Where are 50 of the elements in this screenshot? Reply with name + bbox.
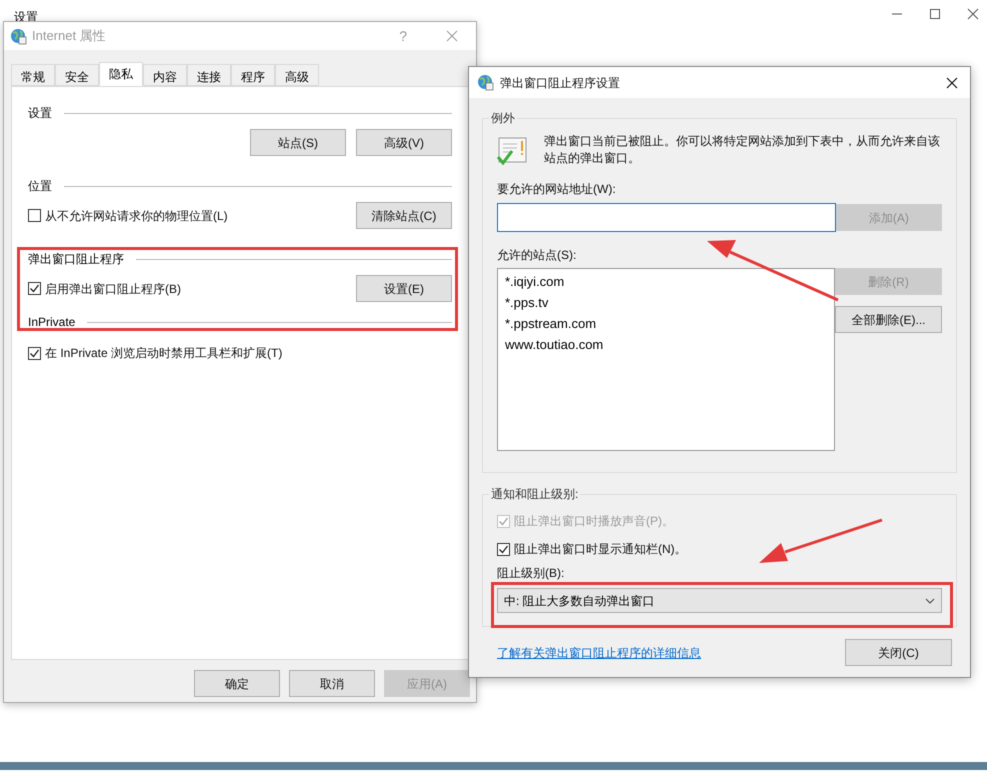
list-item[interactable]: www.toutiao.com (505, 336, 604, 353)
group-title: 例外 (489, 109, 517, 127)
checkbox[interactable] (28, 209, 41, 222)
section-heading: 设置 (28, 105, 52, 122)
message-text: 弹出窗口当前已被阻止。你可以将特定网站添加到下表中，从而允许来自该站点的弹出窗口。 (544, 133, 941, 167)
button[interactable]: 确定 (194, 670, 280, 697)
dialog-title: 弹出窗口阻止程序设置 (500, 74, 621, 92)
section-heading: InPrivate (28, 314, 76, 331)
button[interactable]: 站点(S) (250, 129, 346, 156)
checkbox[interactable] (28, 346, 41, 360)
tab[interactable]: 安全 (55, 64, 99, 86)
checkbox-label: 阻止弹出窗口时播放声音(P)。 (514, 513, 674, 530)
button[interactable]: 全部删除(E)... (835, 306, 942, 333)
list-item[interactable]: *.iqiyi.com (505, 273, 564, 290)
document-check-icon (497, 135, 529, 167)
button[interactable]: 高级(V) (356, 129, 452, 156)
field-label: 允许的站点(S): (497, 247, 578, 264)
tab[interactable]: 内容 (143, 64, 187, 86)
field-label: 阻止级别(B): (497, 565, 564, 582)
checkbox[interactable] (28, 282, 41, 295)
checkbox-label: 启用弹出窗口阻止程序(B) (45, 280, 181, 298)
globe-icon (10, 28, 27, 44)
globe-icon (477, 74, 494, 91)
maximize-icon[interactable] (929, 8, 941, 20)
tab[interactable]: 高级 (275, 64, 319, 86)
button[interactable]: 清除站点(C) (356, 202, 452, 229)
button[interactable]: 关闭(C) (845, 639, 952, 666)
list-item[interactable]: *.pps.tv (505, 294, 548, 311)
section-heading: 弹出窗口阻止程序 (28, 251, 124, 268)
tab[interactable]: 程序 (231, 64, 275, 86)
checkbox-label: 从不允许网站请求你的物理位置(L) (45, 208, 228, 224)
group-title: 通知和阻止级别: (489, 485, 580, 503)
tab[interactable]: 连接 (187, 64, 231, 86)
field-label: 要允许的网站地址(W): (497, 181, 617, 198)
section-heading: 位置 (28, 178, 52, 195)
input-field[interactable] (497, 203, 836, 232)
help-link[interactable]: 了解有关弹出窗口阻止程序的详细信息 (497, 644, 701, 662)
button[interactable]: 取消 (289, 670, 375, 697)
tab[interactable]: 隐私 (99, 62, 143, 86)
checkbox-label: 在 InPrivate 浏览启动时禁用工具栏和扩展(T) (45, 345, 282, 362)
dialog-title: Internet 属性 (32, 27, 107, 46)
close-icon[interactable] (967, 8, 979, 20)
button[interactable]: 设置(E) (356, 275, 452, 302)
close-icon[interactable] (946, 76, 958, 88)
checkbox-label: 阻止弹出窗口时显示通知栏(N)。 (514, 541, 687, 558)
chevron-down-icon (925, 598, 935, 604)
tab[interactable]: 常规 (11, 64, 55, 86)
dropdown[interactable]: 中: 阻止大多数自动弹出窗口 (497, 588, 942, 613)
checkbox[interactable] (497, 542, 510, 556)
list-item[interactable]: *.ppstream.com (505, 315, 596, 332)
